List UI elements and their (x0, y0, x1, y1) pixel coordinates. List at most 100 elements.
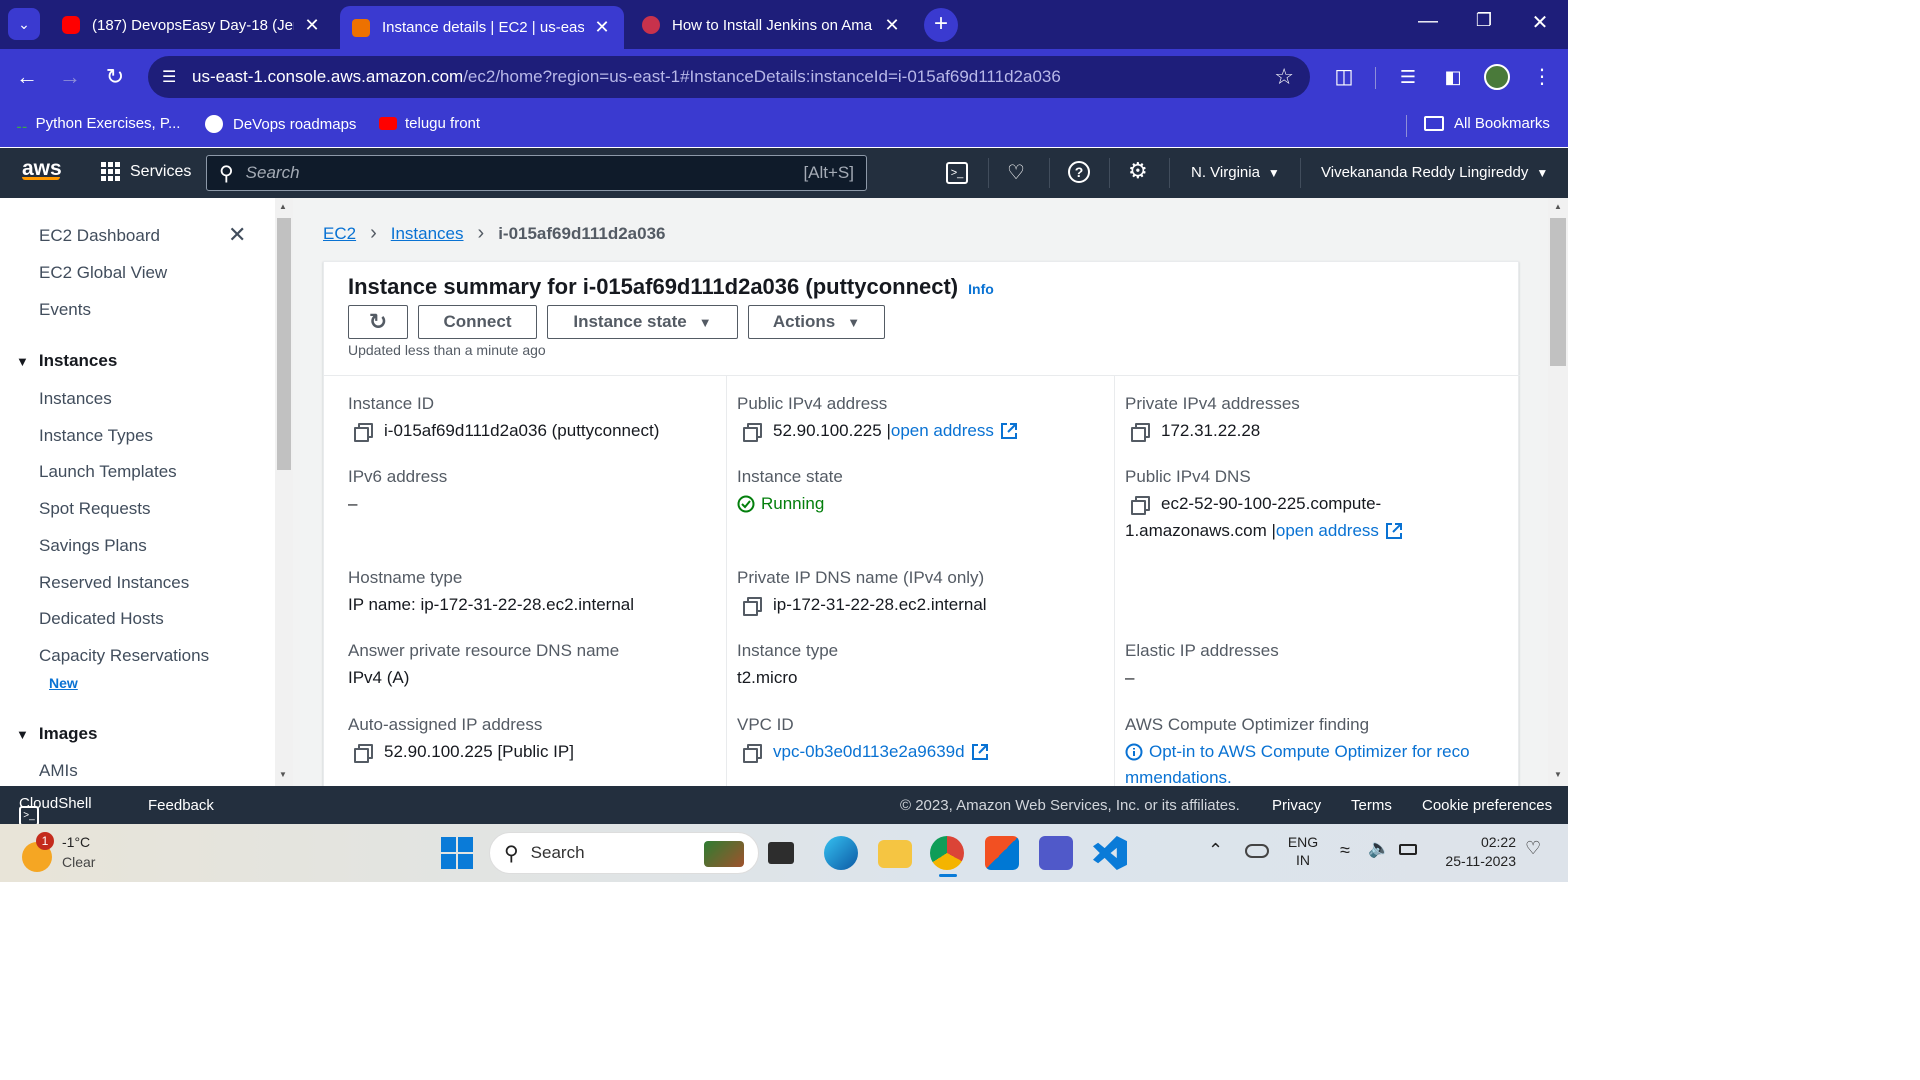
close-window-button[interactable]: ✕ (1526, 10, 1554, 35)
browser-menu-icon[interactable]: ⋮ (1528, 63, 1556, 91)
answer-dns-label: Answer private resource DNS name (348, 641, 620, 660)
sidenav-scrollbar[interactable]: ▲ ▼ (275, 198, 293, 786)
github-icon (205, 115, 223, 133)
extensions-icon[interactable]: ◫ (1330, 63, 1358, 91)
info-link[interactable]: Info (968, 281, 994, 297)
help-icon[interactable]: ? (1068, 161, 1090, 183)
minimize-button[interactable]: — (1414, 10, 1442, 33)
tab-search-button[interactable]: ⌄ (8, 8, 40, 40)
breadcrumb-instances[interactable]: Instances (391, 224, 464, 244)
close-tab-icon[interactable]: ✕ (592, 17, 612, 38)
browser-tab[interactable]: How to Install Jenkins on Ama ✕ (630, 7, 914, 43)
sidenav-scrollbar-thumb[interactable] (277, 218, 291, 470)
public-dns-label: Public IPv4 DNS (1125, 467, 1251, 486)
notification-bell-icon[interactable]: ♡ (1525, 838, 1541, 859)
nav-capacity-reservations[interactable]: Capacity Reservations (39, 646, 209, 666)
new-tab-button[interactable]: + (924, 8, 958, 42)
nav-spot-requests[interactable]: Spot Requests (39, 499, 151, 519)
nav-ec2-dashboard[interactable]: EC2 Dashboard (39, 226, 160, 246)
main-scrollbar-thumb[interactable] (1550, 218, 1566, 366)
ipv6-label: IPv6 address (348, 467, 448, 486)
close-nav-icon[interactable]: ✕ (228, 222, 246, 248)
address-bar[interactable]: ☰ us-east-1.console.aws.amazon.com/ec2/h… (148, 56, 1310, 98)
nav-amis[interactable]: AMIs (39, 761, 78, 781)
media-control-icon[interactable]: ☰ (1394, 63, 1422, 91)
cloudshell-button[interactable]: >_ CloudShell (19, 795, 92, 826)
nav-dedicated-hosts[interactable]: Dedicated Hosts (39, 609, 164, 629)
refresh-button[interactable]: ↻ (348, 305, 408, 339)
actions-button[interactable]: Actions ▼ (748, 305, 885, 339)
volume-icon[interactable]: 🔈 (1368, 838, 1390, 859)
battery-icon[interactable] (1399, 844, 1417, 855)
file-explorer-icon[interactable] (878, 840, 912, 868)
cookie-preferences-link[interactable]: Cookie preferences (1422, 797, 1552, 814)
vpc-id-link[interactable]: vpc-0b3e0d113e2a9639d (773, 742, 965, 762)
optimizer-link[interactable]: Opt-in to AWS Compute Optimizer for reco (1125, 742, 1470, 762)
cloudshell-icon[interactable]: >_ (946, 162, 968, 184)
copy-icon[interactable] (354, 744, 373, 763)
nav-ec2-global-view[interactable]: EC2 Global View (39, 263, 167, 283)
copy-icon[interactable] (1131, 423, 1150, 442)
feedback-link[interactable]: Feedback (148, 797, 214, 814)
terms-link[interactable]: Terms (1351, 797, 1392, 814)
weather-widget[interactable]: 1 -1°C Clear (22, 832, 142, 874)
start-button[interactable] (440, 836, 474, 870)
vscode-icon[interactable] (1093, 836, 1127, 870)
aws-search-input[interactable]: ⚲ Search [Alt+S] (206, 155, 867, 191)
forward-button[interactable]: → (56, 63, 84, 91)
copy-icon[interactable] (1131, 496, 1150, 515)
chrome-icon[interactable] (930, 836, 964, 870)
close-tab-icon[interactable]: ✕ (882, 15, 902, 36)
reload-button[interactable]: ↻ (101, 63, 129, 91)
back-button[interactable]: ← (13, 63, 41, 91)
clock[interactable]: 02:22 25-11-2023 (1432, 834, 1516, 869)
browser-tab[interactable]: (187) DevopsEasy Day-18 (Jenk ✕ (50, 7, 334, 43)
store-icon[interactable] (985, 836, 1019, 870)
task-view-icon[interactable] (768, 842, 794, 864)
star-icon[interactable]: ☆ (1274, 64, 1294, 90)
bookmark-telugu-front[interactable]: telugu front (379, 115, 480, 132)
copy-icon[interactable] (354, 423, 373, 442)
connect-button[interactable]: Connect (418, 305, 537, 339)
onedrive-icon[interactable] (1245, 844, 1269, 858)
nav-section-images[interactable]: ▼ Images (16, 724, 97, 744)
main-scrollbar[interactable]: ▲ ▼ (1548, 198, 1568, 786)
teams-icon[interactable] (1039, 836, 1073, 870)
nav-reserved-instances[interactable]: Reserved Instances (39, 573, 189, 593)
nav-events[interactable]: Events (39, 300, 91, 320)
open-address-link[interactable]: open address (891, 421, 994, 441)
taskbar-search[interactable]: ⚲ Search (489, 832, 759, 874)
instance-state-button[interactable]: Instance state ▼ (547, 305, 738, 339)
nav-section-instances[interactable]: ▼ Instances (16, 351, 117, 371)
browser-tab-active[interactable]: Instance details | EC2 | us-east ✕ (340, 6, 624, 49)
nav-instances[interactable]: Instances (39, 389, 112, 409)
nav-launch-templates[interactable]: Launch Templates (39, 462, 177, 482)
breadcrumb-ec2[interactable]: EC2 (323, 224, 356, 244)
aws-logo[interactable]: aws (22, 157, 62, 180)
wifi-icon[interactable]: ≈ (1340, 840, 1350, 861)
all-bookmarks-button[interactable]: All Bookmarks (1424, 115, 1550, 132)
services-menu[interactable]: Services (101, 162, 191, 181)
account-menu[interactable]: Vivekananda Reddy Lingireddy ▼ (1321, 164, 1548, 181)
region-selector[interactable]: N. Virginia ▼ (1191, 164, 1280, 181)
optimizer-link-line2[interactable]: mmendations. (1125, 768, 1232, 786)
nav-instance-types[interactable]: Instance Types (39, 426, 153, 446)
bookmark-devops-roadmaps[interactable]: DeVops roadmaps (205, 115, 356, 133)
copy-icon[interactable] (743, 423, 762, 442)
notifications-bell-icon[interactable]: ♡ (1007, 160, 1025, 185)
restore-button[interactable]: ❐ (1470, 10, 1498, 31)
nav-savings-plans[interactable]: Savings Plans (39, 536, 147, 556)
profile-avatar[interactable] (1484, 64, 1510, 90)
show-hidden-icons[interactable]: ⌃ (1208, 840, 1223, 861)
site-info-icon[interactable]: ☰ (162, 67, 182, 87)
settings-gear-icon[interactable]: ⚙ (1128, 158, 1148, 184)
language-indicator[interactable]: ENG IN (1286, 834, 1320, 868)
side-panel-icon[interactable]: ◧ (1439, 63, 1467, 91)
open-address-link[interactable]: open address (1276, 521, 1379, 541)
copy-icon[interactable] (743, 597, 762, 616)
privacy-link[interactable]: Privacy (1272, 797, 1321, 814)
bookmark-python-exercises[interactable]: ⚋ Python Exercises, P... (16, 115, 180, 132)
close-tab-icon[interactable]: ✕ (302, 15, 322, 36)
edge-icon[interactable] (824, 836, 858, 870)
copy-icon[interactable] (743, 744, 762, 763)
